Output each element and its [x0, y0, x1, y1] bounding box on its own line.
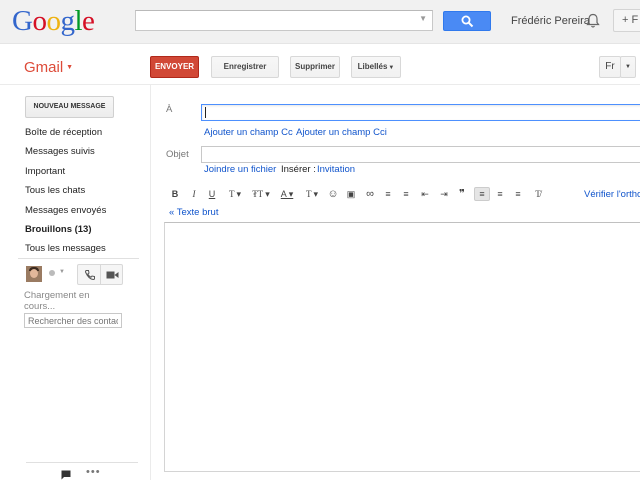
emoji-button[interactable]: ☺: [327, 187, 339, 201]
numbered-list-button[interactable]: ≡: [382, 187, 394, 201]
remove-format-button[interactable]: T̸: [531, 187, 545, 201]
bold-button[interactable]: B: [170, 187, 180, 201]
sidebar-divider-vertical: [150, 85, 151, 480]
status-indicator-icon[interactable]: [49, 270, 55, 276]
logo-letter: l: [74, 5, 83, 37]
align-right-button[interactable]: ≡: [512, 187, 524, 201]
indent-less-button[interactable]: ⇤: [419, 187, 431, 201]
call-divider: [100, 265, 101, 284]
sidebar-item-important[interactable]: Important: [25, 166, 65, 177]
gmail-menu[interactable]: Gmail ▼: [24, 59, 73, 76]
spellcheck-link[interactable]: Vérifier l'orthographe: [584, 189, 640, 200]
insert-image-button[interactable]: ▣: [345, 187, 357, 201]
text-cursor: [205, 107, 206, 118]
search-dropdown-icon[interactable]: ▼: [419, 14, 427, 23]
google-bar: Google ▼ Frédéric Pereira + F: [0, 0, 640, 44]
chevron-down-icon[interactable]: ▼: [59, 269, 65, 275]
text-color-button[interactable]: A ▾: [277, 187, 297, 201]
user-name[interactable]: Frédéric Pereira: [511, 15, 590, 27]
search-input[interactable]: ▼: [135, 10, 433, 31]
quote-button[interactable]: ❞: [456, 187, 468, 201]
invitation-link[interactable]: Invitation: [317, 164, 355, 175]
underline-button[interactable]: U: [207, 187, 217, 201]
attach-file-link[interactable]: Joindre un fichier: [204, 164, 276, 175]
insert-label: Insérer :: [281, 164, 316, 175]
font-button[interactable]: T ▾: [225, 187, 245, 201]
chat-icon[interactable]: [61, 470, 71, 480]
sidebar-item-chats[interactable]: Tous les chats: [25, 185, 85, 196]
italic-button[interactable]: I: [189, 187, 199, 201]
logo-letter: G: [12, 5, 33, 37]
highlight-button[interactable]: T ▾: [301, 187, 323, 201]
message-body-editor[interactable]: [164, 222, 640, 472]
to-field[interactable]: [201, 104, 640, 121]
compose-button[interactable]: NOUVEAU MESSAGE: [25, 96, 114, 118]
chat-loading-text: Chargement en cours...: [24, 290, 90, 312]
google-logo[interactable]: Google: [12, 5, 95, 37]
bullet-list-button[interactable]: ≡: [400, 187, 412, 201]
indent-more-button[interactable]: ⇥: [438, 187, 450, 201]
avatar[interactable]: [26, 266, 42, 282]
send-button[interactable]: ENVOYER: [150, 56, 199, 78]
logo-letter: g: [60, 5, 75, 37]
subject-field[interactable]: [201, 146, 640, 163]
align-left-button[interactable]: ≡: [474, 187, 490, 201]
sidebar-item-all-mail[interactable]: Tous les messages: [25, 243, 106, 254]
video-call-icon[interactable]: [106, 270, 119, 280]
sidebar-item-sent[interactable]: Messages envoyés: [25, 205, 106, 216]
phone-icon[interactable]: [84, 269, 96, 281]
sidebar-item-starred[interactable]: Messages suivis: [25, 146, 95, 157]
logo-letter: e: [82, 5, 95, 37]
align-center-button[interactable]: ≡: [494, 187, 506, 201]
to-label: À: [166, 104, 173, 115]
more-options-icon[interactable]: •••: [86, 466, 101, 478]
language-dropdown-button[interactable]: ▼: [620, 56, 636, 78]
add-bcc-link[interactable]: Ajouter un champ Cci: [296, 127, 387, 138]
notification-bell-icon[interactable]: [586, 13, 600, 29]
save-button[interactable]: Enregistrer: [211, 56, 279, 78]
delete-button[interactable]: Supprimer: [290, 56, 340, 78]
logo-letter: o: [46, 5, 61, 37]
labels-button-label: Libellés: [357, 62, 388, 71]
font-size-button[interactable]: ₮T ▾: [250, 187, 272, 201]
insert-link-button[interactable]: ∞: [363, 187, 377, 201]
contact-search-input[interactable]: [24, 313, 122, 328]
sidebar-item-drafts[interactable]: Brouillons (13): [25, 224, 92, 235]
chevron-down-icon: ▼: [625, 64, 631, 70]
language-button[interactable]: Fr: [599, 56, 621, 78]
sidebar-item-inbox[interactable]: Boîte de réception: [25, 127, 102, 138]
avatar-face: [30, 269, 38, 278]
add-cc-link[interactable]: Ajouter un champ Cc: [204, 127, 293, 138]
search-icon: [461, 15, 474, 28]
plain-text-link[interactable]: « Texte brut: [169, 207, 218, 218]
search-button[interactable]: [443, 11, 491, 31]
gmail-label: Gmail: [24, 59, 64, 76]
sidebar-divider: [18, 258, 139, 259]
subject-label: Objet: [166, 149, 189, 160]
chevron-down-icon: ▼: [66, 64, 74, 71]
call-buttons: [77, 264, 123, 285]
share-button[interactable]: + F: [613, 9, 640, 32]
sidebar-bottom-divider: [26, 462, 138, 463]
logo-letter: o: [32, 5, 47, 37]
chevron-down-icon: ▼: [388, 65, 395, 71]
labels-button[interactable]: Libellés▼: [351, 56, 401, 78]
toolbar-divider: [0, 84, 640, 85]
